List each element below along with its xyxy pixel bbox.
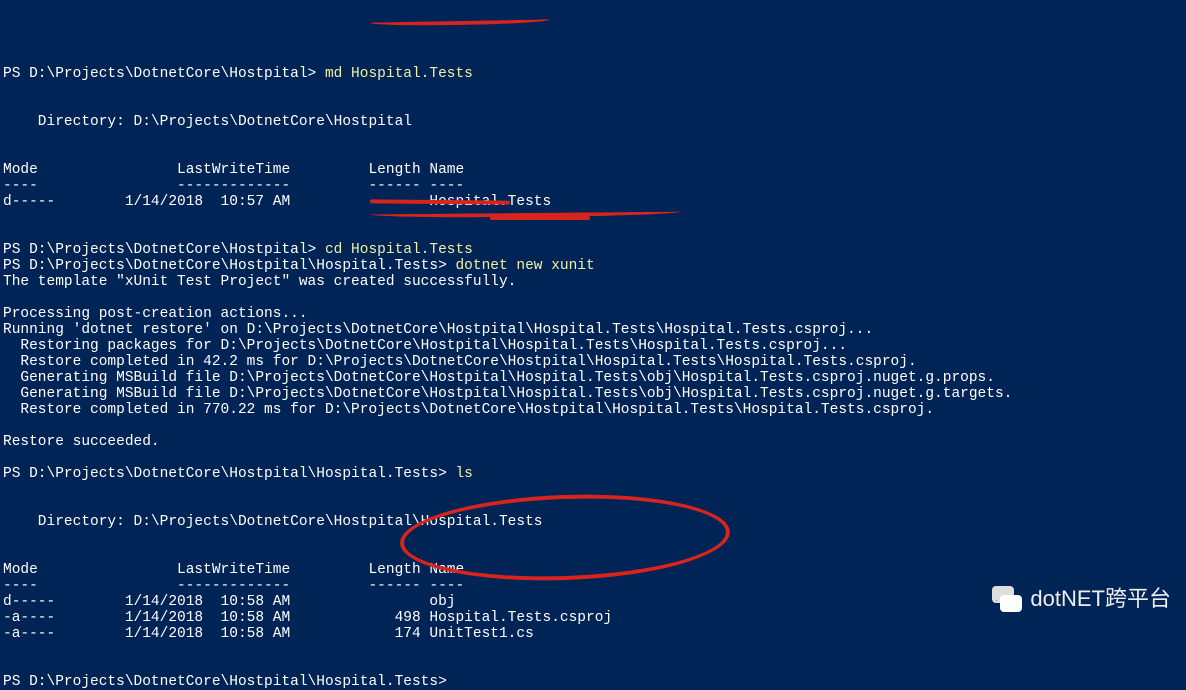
restore-msg: Running 'dotnet restore' on D:\Projects\…	[3, 322, 873, 338]
watermark: ... dotNET跨平台	[992, 586, 1171, 612]
wechat-icon: ...	[992, 586, 1022, 612]
table-header: Mode LastWriteTime Length Name	[3, 562, 464, 578]
annotation-strike-success	[490, 216, 590, 220]
ps-prompt: PS D:\Projects\DotnetCore\Hostpital\Hosp…	[3, 258, 455, 274]
cmd-ls[interactable]: ls	[455, 466, 472, 482]
ps-prompt: PS D:\Projects\DotnetCore\Hostpital\Hosp…	[3, 674, 447, 690]
restore-msg: Generating MSBuild file D:\Projects\Dotn…	[3, 386, 1012, 402]
directory-header: Directory: D:\Projects\DotnetCore\Hostpi…	[3, 514, 543, 530]
restore-succeeded: Restore succeeded.	[3, 434, 160, 450]
restore-msg: Restore completed in 42.2 ms for D:\Proj…	[3, 354, 917, 370]
table-header-rule: ---- ------------- ------ ----	[3, 178, 464, 194]
table-row: -a---- 1/14/2018 10:58 AM 174 UnitTest1.…	[3, 626, 534, 642]
table-header-rule: ---- ------------- ------ ----	[3, 578, 464, 594]
ps-prompt: PS D:\Projects\DotnetCore\Hostpital>	[3, 242, 325, 258]
template-created-msg: The template "xUnit Test Project" was cr…	[3, 274, 516, 290]
restore-msg: Restoring packages for D:\Projects\Dotne…	[3, 338, 847, 354]
processing-msg: Processing post-creation actions...	[3, 306, 308, 322]
restore-msg: Restore completed in 770.22 ms for D:\Pr…	[3, 402, 934, 418]
cmd-cd[interactable]: cd Hospital.Tests	[325, 242, 473, 258]
cursor[interactable]	[447, 674, 456, 690]
table-row: d----- 1/14/2018 10:57 AM Hospital.Tests	[3, 194, 551, 210]
ps-prompt: PS D:\Projects\DotnetCore\Hostpital\Hosp…	[3, 466, 455, 482]
cmd-md[interactable]: md Hospital.Tests	[325, 66, 473, 82]
table-row: d----- 1/14/2018 10:58 AM obj	[3, 594, 455, 610]
annotation-underline-md	[370, 15, 550, 26]
table-header: Mode LastWriteTime Length Name	[3, 162, 464, 178]
ps-prompt: PS D:\Projects\DotnetCore\Hostpital>	[3, 66, 325, 82]
table-row: -a---- 1/14/2018 10:58 AM 498 Hospital.T…	[3, 610, 612, 626]
watermark-text: dotNET跨平台	[1030, 591, 1171, 607]
restore-msg: Generating MSBuild file D:\Projects\Dotn…	[3, 370, 995, 386]
directory-header: Directory: D:\Projects\DotnetCore\Hostpi…	[3, 114, 412, 130]
cmd-dotnet-new[interactable]: dotnet new xunit	[455, 258, 594, 274]
